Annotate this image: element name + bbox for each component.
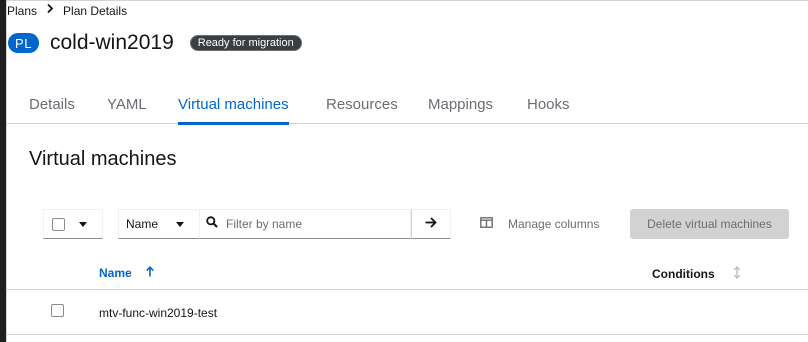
sort-icon	[733, 265, 741, 282]
column-name-label: Name	[99, 266, 132, 280]
bulk-select-dropdown[interactable]	[43, 209, 103, 239]
filter-input[interactable]: Filter by name	[200, 209, 411, 239]
arrow-right-icon	[425, 215, 437, 233]
sort-ascending-icon	[145, 266, 154, 280]
tab-bar: Details YAML Virtual machines Resources …	[7, 86, 808, 125]
filter-type-select[interactable]: Name	[118, 209, 200, 239]
tab-resources[interactable]: Resources	[326, 96, 398, 124]
select-all-checkbox[interactable]	[52, 217, 65, 231]
search-icon	[206, 215, 218, 233]
section-title: Virtual machines	[29, 148, 177, 170]
vm-name-cell: mtv-func-win2019-test	[99, 306, 218, 320]
chevron-right-icon	[47, 3, 54, 16]
tab-hooks[interactable]: Hooks	[527, 96, 570, 124]
page-header: PL cold-win2019 Ready for migration	[8, 30, 302, 56]
column-header-name[interactable]: Name	[99, 266, 154, 280]
row-select-checkbox[interactable]	[51, 304, 64, 317]
breadcrumb-current: Plan Details	[63, 4, 128, 18]
page-title: cold-win2019	[50, 31, 174, 54]
filter-placeholder: Filter by name	[226, 217, 303, 231]
caret-down-icon	[176, 221, 185, 227]
filter-group: Name Filter by name	[118, 209, 451, 239]
breadcrumb: Plans Plan Details	[7, 3, 128, 18]
manage-columns-button[interactable]: Manage columns	[480, 209, 599, 239]
breadcrumb-link-plans[interactable]: Plans	[7, 4, 37, 18]
resource-type-badge: PL	[8, 33, 39, 53]
filter-type-label: Name	[126, 217, 159, 231]
tab-details[interactable]: Details	[29, 96, 75, 124]
tab-mappings[interactable]: Mappings	[428, 96, 493, 124]
tab-yaml[interactable]: YAML	[107, 96, 147, 124]
manage-columns-label: Manage columns	[508, 217, 600, 231]
caret-down-icon[interactable]	[79, 221, 87, 227]
delete-vms-button[interactable]: Delete virtual machines	[630, 209, 789, 239]
columns-icon	[480, 217, 493, 231]
table-header: Name Conditions	[7, 254, 808, 290]
column-conditions-label: Conditions	[652, 267, 715, 281]
column-header-conditions[interactable]: Conditions	[652, 265, 741, 282]
top-divider	[7, 0, 808, 1]
apply-filter-button[interactable]	[411, 209, 451, 239]
tab-virtual-machines[interactable]: Virtual machines	[178, 96, 289, 125]
table-row: mtv-func-win2019-test	[7, 290, 808, 335]
status-badge: Ready for migration	[189, 35, 302, 51]
